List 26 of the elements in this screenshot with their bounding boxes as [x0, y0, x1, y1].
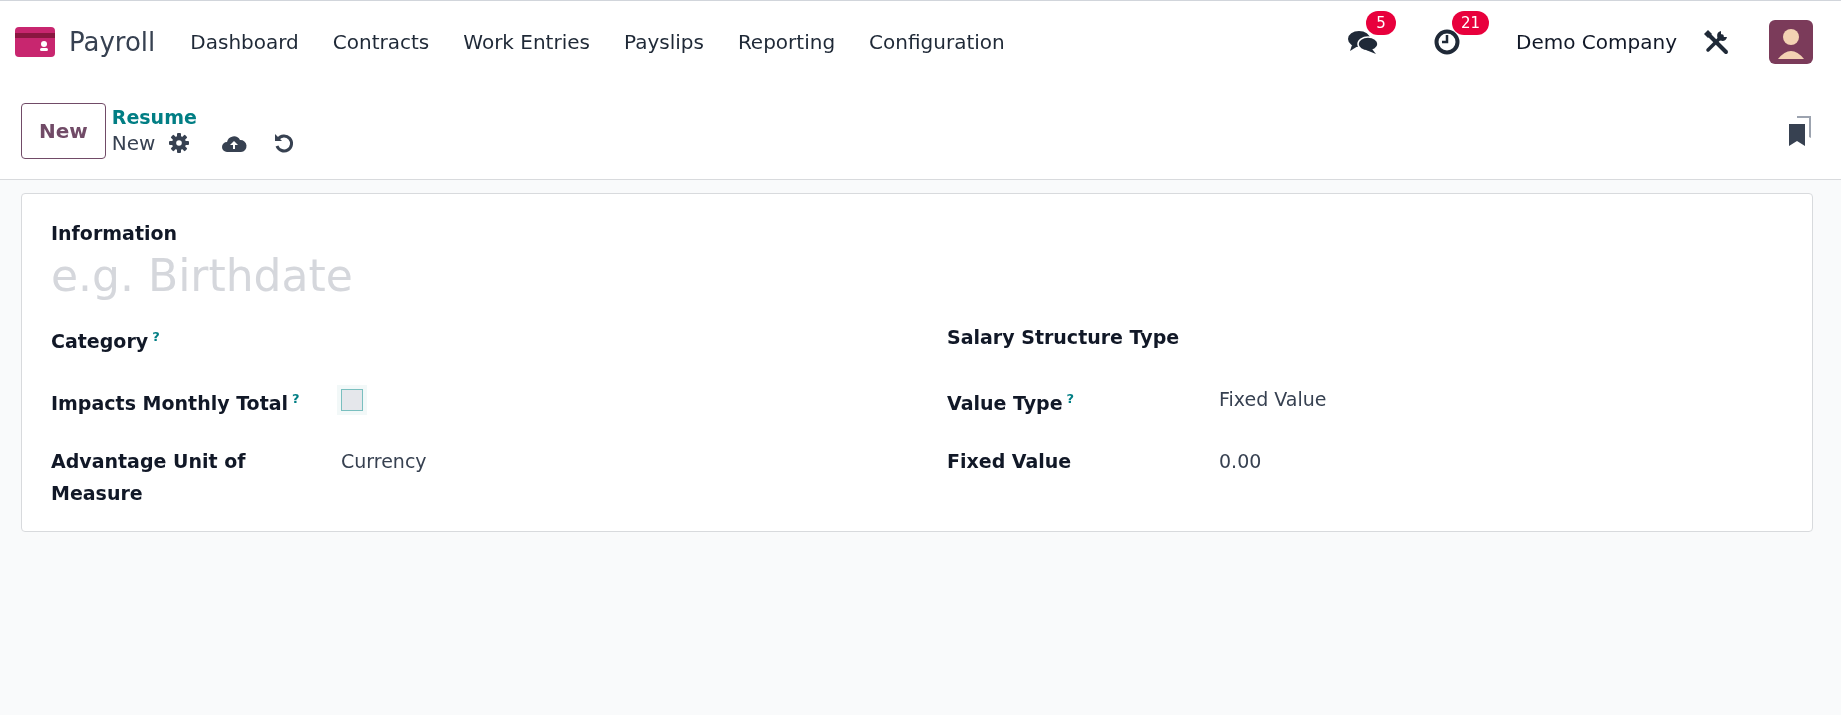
field-label: Salary Structure Type: [947, 325, 1181, 350]
help-mark[interactable]: ?: [152, 329, 160, 344]
company-name[interactable]: Demo Company: [1516, 29, 1677, 54]
menu-item[interactable]: Contracts: [315, 29, 447, 54]
field-label: Advantage Unit of Measure: [51, 449, 247, 506]
field-label: Category $^{?}$: [51, 328, 161, 355]
help-mark[interactable]: ?: [1066, 391, 1075, 406]
breadcrumb-current: New: [111, 129, 156, 157]
menu-item[interactable]: Payslips: [606, 29, 721, 54]
menu-item[interactable]: Configuration: [852, 29, 1022, 54]
menu-item[interactable]: Work Entries: [446, 29, 607, 54]
field-value[interactable]: Currency: [341, 450, 427, 472]
breadcrumb-link[interactable]: Resume: [111, 104, 296, 129]
field-label: Fixed Value: [947, 449, 1073, 474]
app-name[interactable]: Payroll: [69, 26, 156, 57]
field-label: Value Type $^{?}$: [947, 390, 1076, 417]
menu-item[interactable]: Reporting: [720, 29, 853, 54]
new-button[interactable]: New: [21, 102, 106, 159]
menu-item[interactable]: Dashboard: [173, 29, 316, 54]
field-value[interactable]: Fixed Value: [1219, 388, 1327, 410]
notification-badge: 21: [1452, 10, 1490, 35]
field-label: Information: [51, 222, 179, 244]
field-value[interactable]: 0.00: [1219, 450, 1262, 472]
help-mark[interactable]: ?: [292, 391, 300, 406]
field-label: Impacts Monthly Total $^{?}$: [51, 390, 301, 417]
notification-badge: 5: [1366, 10, 1397, 35]
